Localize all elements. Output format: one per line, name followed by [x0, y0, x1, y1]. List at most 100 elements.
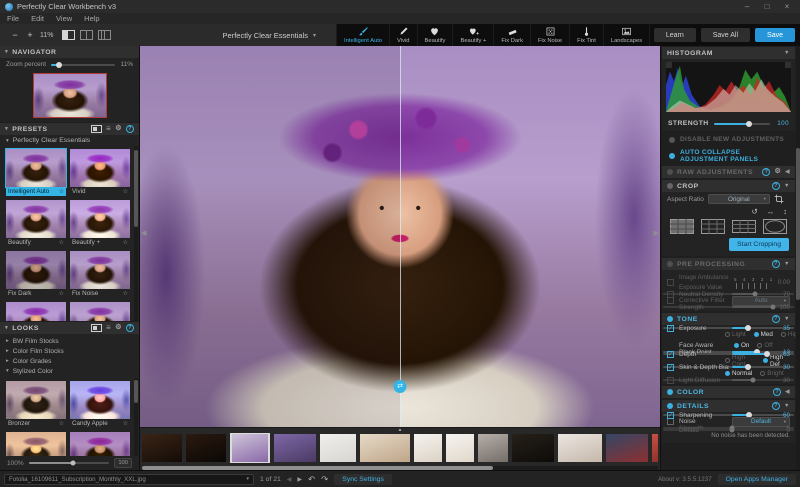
minimize-button[interactable]: – [739, 2, 755, 11]
save-button[interactable]: Save [755, 28, 795, 42]
look-bronzer[interactable]: Bronzer ☆ [6, 381, 66, 428]
panel-enabled-dot-icon[interactable] [667, 183, 673, 189]
scrollbar-thumb[interactable] [134, 149, 138, 227]
filmstrip-thumb-2[interactable] [186, 434, 226, 462]
looks-scrollbar[interactable] [134, 378, 138, 456]
filmstrip-thumb-6[interactable] [360, 434, 410, 462]
slider-knob[interactable] [750, 377, 755, 383]
scrollbar-thumb[interactable] [142, 466, 493, 470]
slider[interactable] [732, 364, 773, 370]
scrollbar-thumb[interactable] [134, 379, 138, 403]
star-icon[interactable]: ☆ [59, 290, 64, 297]
list-view-icon[interactable]: ≡ [106, 324, 111, 332]
filename-dropdown[interactable]: Fotolia_16109611_Subscription_Monthly_XX… [4, 473, 254, 485]
menu-help[interactable]: Help [84, 14, 99, 23]
presets-scrollbar[interactable] [134, 146, 138, 321]
checkbox-skin-depth-bias[interactable]: ✓ [667, 363, 674, 371]
preset-fix-dark[interactable]: Fix Dark ☆ [6, 251, 66, 298]
help-icon[interactable]: ? [762, 168, 771, 176]
zoom-out-button[interactable]: − [10, 30, 20, 40]
menu-edit[interactable]: Edit [31, 14, 44, 23]
preset-beautify[interactable]: Beautify + ☆ [70, 200, 130, 247]
filmstrip-thumb-10[interactable] [512, 434, 554, 462]
sync-settings-button[interactable]: Sync Settings [334, 473, 392, 485]
star-icon[interactable]: ☆ [123, 188, 128, 195]
preset-intelligent-auto[interactable]: Intelligent Auto ☆ [5, 148, 67, 196]
slider-knob[interactable] [745, 364, 752, 370]
radio-off[interactable]: Off [757, 342, 773, 349]
close-button[interactable]: × [779, 2, 795, 11]
filmstrip-thumb-9[interactable] [478, 434, 508, 462]
filmstrip-thumb-1[interactable] [142, 434, 182, 462]
looks-folder-stylized-color[interactable]: ▾ Stylized Color [6, 366, 133, 376]
tool-fix-noise[interactable]: Fix Noise [531, 24, 571, 46]
presets-header[interactable]: ▾ PRESETS ≡ ⚙ ? [0, 123, 139, 135]
presets-group-row[interactable]: ▾ Perfectly Clear Essentials [0, 135, 139, 146]
slider[interactable] [729, 427, 773, 433]
slider[interactable] [732, 351, 773, 357]
list-view-icon[interactable]: ≡ [106, 125, 111, 133]
slider[interactable] [732, 304, 776, 310]
histogram-header[interactable]: HISTOGRAM ▼ [662, 47, 795, 59]
radio-light[interactable]: Light [725, 331, 746, 338]
filmstrip-thumb-11[interactable] [558, 434, 602, 462]
filmstrip-scrollbar[interactable] [142, 466, 658, 470]
checkbox-neutral-density[interactable] [667, 290, 674, 298]
auto-collapse-toggle[interactable]: AUTO COLLAPSE ADJUSTMENT PANELS [662, 146, 795, 166]
menu-file[interactable]: File [7, 14, 19, 23]
slider-knob[interactable] [55, 61, 62, 68]
exposure-value-ruler[interactable]: 5 4 3 2 1 0 1 2 3 4 5 [734, 277, 773, 289]
star-icon[interactable]: ☆ [123, 420, 128, 427]
tool-beautify[interactable]: Beautify [418, 24, 454, 46]
color-header[interactable]: COLOR ? ◀ [662, 386, 795, 398]
panel-enabled-dot-icon[interactable] [667, 169, 673, 175]
checkbox-light-diffusion[interactable] [667, 376, 674, 384]
wide-grid-button[interactable] [732, 219, 756, 234]
preset-fix-noise[interactable]: Fix Noise ☆ [70, 251, 130, 298]
filmstrip-thumb-12[interactable] [606, 434, 648, 462]
preset-group-dropdown[interactable]: Perfectly Clear Essentials ▾ [223, 31, 316, 40]
learn-button[interactable]: Learn [653, 28, 696, 42]
disable-new-adjustments-toggle[interactable]: DISABLE NEW ADJUSTMENTS [662, 133, 795, 146]
filmstrip-thumb-4[interactable] [274, 434, 316, 462]
highlight-clipping-icon[interactable] [785, 62, 791, 68]
split-handle[interactable]: ⇄ [393, 380, 407, 393]
panel-enabled-dot-icon[interactable] [667, 403, 673, 409]
preset-vivid[interactable]: Vivid ☆ [70, 149, 130, 196]
thirds-grid-button[interactable] [701, 219, 725, 234]
gear-icon[interactable]: ⚙ [115, 125, 122, 133]
looks-header[interactable]: ▾ LOOKS ≡ ⚙ ? [0, 322, 139, 334]
view-single-button[interactable] [61, 30, 75, 40]
navigator-zoom-slider[interactable] [51, 61, 116, 68]
previous-image-icon[interactable]: ◀ [287, 476, 292, 483]
scrollbar-thumb[interactable] [796, 147, 800, 301]
slider-knob[interactable] [744, 325, 751, 331]
slider-knob[interactable] [746, 120, 753, 127]
slider[interactable] [732, 377, 773, 383]
looks-opacity-slider[interactable] [28, 460, 110, 466]
looks-folder-color-film-stocks[interactable]: ▸ Color Film Stocks [6, 346, 133, 356]
right-sidebar-scrollbar[interactable] [796, 46, 800, 470]
before-after-split-line[interactable] [400, 46, 401, 427]
checkbox-depth[interactable]: ✓ [667, 350, 674, 358]
filmstrip-toggle-icon[interactable]: ▲ [398, 428, 403, 433]
zoom-in-button[interactable]: + [25, 30, 35, 40]
collapse-left-sidebar-icon[interactable]: ◀ [141, 229, 146, 237]
crop-header[interactable]: CROP ? ▼ [662, 180, 795, 192]
thumbnails-view-icon[interactable] [91, 324, 103, 332]
help-icon[interactable]: ? [772, 260, 781, 268]
tone-header[interactable]: TONE ? ▼ [662, 313, 795, 325]
menu-view[interactable]: View [56, 14, 72, 23]
ellipse-grid-button[interactable] [763, 219, 787, 234]
strength-slider[interactable] [713, 120, 770, 127]
panel-enabled-dot-icon[interactable] [667, 389, 673, 395]
help-icon[interactable]: ? [773, 388, 782, 396]
filmstrip-thumb-8[interactable] [446, 434, 474, 462]
slider[interactable] [732, 412, 773, 418]
preset-beautify[interactable]: Beautify ☆ [6, 200, 66, 247]
raw-adjustments-header[interactable]: RAW ADJUSTMENTS ? ⚙ ◀ [662, 166, 795, 178]
save-all-button[interactable]: Save All [700, 28, 751, 42]
help-icon[interactable]: ? [772, 315, 781, 323]
radio-on[interactable]: On [734, 342, 749, 349]
tool-landscapes[interactable]: Landscapes [604, 24, 651, 46]
